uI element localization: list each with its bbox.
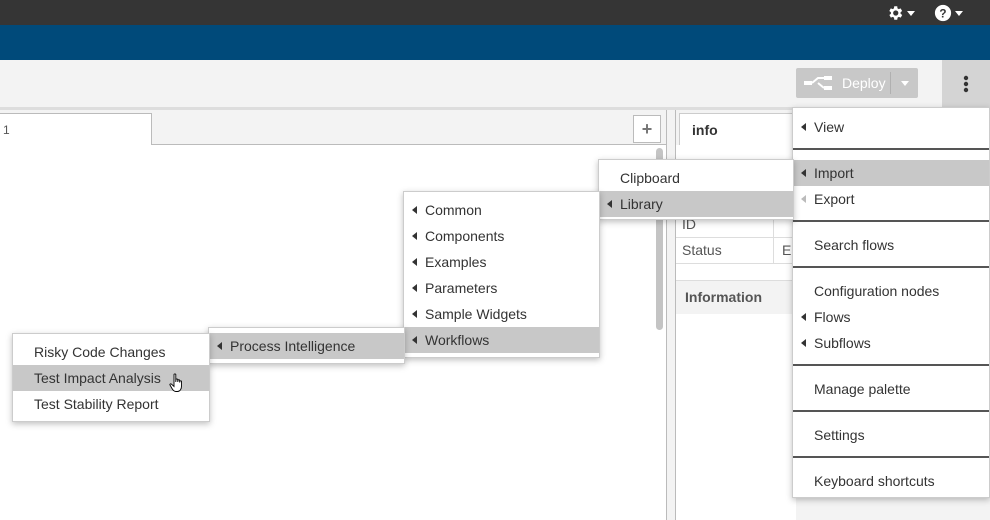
question-circle-icon: ? — [934, 4, 952, 21]
menu-divider — [793, 148, 989, 150]
menu-item-label: Library — [620, 196, 663, 212]
menu-item-label: Manage palette — [814, 381, 911, 397]
caret-down-icon — [955, 10, 963, 16]
menu-item-label: Sample Widgets — [425, 306, 527, 322]
tab-info[interactable]: info — [679, 113, 797, 145]
submenu-arrow-icon — [217, 342, 222, 350]
menu-item-label: Import — [814, 165, 854, 181]
caret-down-icon — [907, 10, 915, 16]
menu-item-clipboard[interactable]: Clipboard — [599, 165, 793, 191]
deploy-divider — [890, 72, 891, 94]
menu-item-manage-palette[interactable]: Manage palette — [793, 376, 989, 402]
menu-item-common[interactable]: Common — [404, 197, 599, 223]
menu-item-label: Configuration nodes — [814, 283, 940, 299]
menu-item-import[interactable]: Import — [793, 160, 989, 186]
menu-item-label: Parameters — [425, 280, 498, 296]
menu-divider — [793, 410, 989, 412]
deploy-icon — [804, 76, 832, 90]
submenu-arrow-icon — [412, 336, 417, 344]
submenu-arrow-icon — [801, 123, 806, 131]
menu-item-flows[interactable]: Flows — [793, 304, 989, 330]
deploy-button[interactable]: Deploy — [796, 68, 918, 98]
menu-divider — [793, 266, 989, 268]
import-submenu: Clipboard Library — [598, 159, 794, 220]
divider — [773, 238, 774, 264]
menu-item-examples[interactable]: Examples — [404, 249, 599, 275]
submenu-arrow-icon — [412, 284, 417, 292]
menu-item-parameters[interactable]: Parameters — [404, 275, 599, 301]
main-menu: View Import Export Search flows Configur… — [792, 107, 990, 498]
menu-item-risky-code-changes[interactable]: Risky Code Changes — [13, 339, 209, 365]
add-tab-button[interactable]: + — [633, 115, 661, 143]
menu-item-label: Test Impact Analysis — [34, 370, 161, 386]
info-row-label: Status — [682, 242, 722, 258]
svg-text:?: ? — [939, 7, 946, 20]
submenu-arrow-icon — [412, 310, 417, 318]
info-row-value: E — [782, 242, 792, 258]
menu-item-process-intelligence[interactable]: Process Intelligence — [209, 333, 404, 359]
menu-item-label: Subflows — [814, 335, 871, 351]
menu-item-label: Clipboard — [620, 170, 680, 186]
brand-bar — [0, 25, 990, 60]
vertical-ellipsis-icon — [963, 75, 969, 92]
submenu-arrow-icon — [801, 195, 806, 203]
menu-item-subflows[interactable]: Subflows — [793, 330, 989, 356]
menu-item-label: Search flows — [814, 237, 895, 253]
submenu-arrow-icon — [801, 169, 806, 177]
menu-item-sample-widgets[interactable]: Sample Widgets — [404, 301, 599, 327]
submenu-arrow-icon — [801, 313, 806, 321]
submenu-arrow-icon — [412, 206, 417, 214]
submenu-arrow-icon — [801, 339, 806, 347]
information-section-header[interactable]: Information — [676, 280, 796, 314]
submenu-arrow-icon — [412, 232, 417, 240]
menu-item-configuration-nodes[interactable]: Configuration nodes — [793, 278, 989, 304]
deploy-label: Deploy — [842, 75, 886, 91]
menu-item-label: Settings — [814, 427, 865, 443]
settings-menu-button[interactable] — [886, 0, 916, 25]
submenu-arrow-icon — [607, 200, 612, 208]
menu-item-label: Workflows — [425, 332, 490, 348]
info-row-status: Status E — [676, 238, 796, 264]
menu-item-view[interactable]: View — [793, 114, 989, 140]
menu-item-components[interactable]: Components — [404, 223, 599, 249]
menu-item-label: View — [814, 119, 845, 135]
library-submenu: Common Components Examples Parameters Sa… — [403, 191, 600, 358]
help-menu-button[interactable]: ? — [934, 0, 964, 25]
menu-divider — [793, 364, 989, 366]
menu-item-label: Components — [425, 228, 505, 244]
menu-item-workflows[interactable]: Workflows — [404, 327, 599, 353]
caret-down-icon[interactable] — [900, 78, 910, 88]
menu-item-label: Common — [425, 202, 482, 218]
menu-item-label: Test Stability Report — [34, 396, 159, 412]
menu-item-search-flows[interactable]: Search flows — [793, 232, 989, 258]
menu-item-keyboard-shortcuts[interactable]: Keyboard shortcuts — [793, 468, 989, 494]
menu-item-library[interactable]: Library — [599, 191, 793, 217]
menu-item-label: Keyboard shortcuts — [814, 473, 935, 489]
top-header-bar — [0, 0, 990, 25]
main-menu-button[interactable] — [942, 60, 990, 107]
menu-item-label: Risky Code Changes — [34, 344, 166, 360]
gear-icon — [889, 5, 903, 20]
workflows-submenu: Process Intelligence — [208, 327, 405, 364]
menu-item-label: Flows — [814, 309, 851, 325]
submenu-arrow-icon — [412, 258, 417, 266]
workspace-tab[interactable]: 1 — [0, 113, 152, 145]
menu-divider — [793, 456, 989, 458]
menu-item-export[interactable]: Export — [793, 186, 989, 212]
menu-item-label: Process Intelligence — [230, 338, 356, 354]
menu-item-settings[interactable]: Settings — [793, 422, 989, 448]
menu-item-label: Examples — [425, 254, 487, 270]
menu-divider — [793, 220, 989, 222]
menu-item-label: Export — [814, 191, 855, 207]
menu-item-test-stability-report[interactable]: Test Stability Report — [13, 391, 209, 417]
hand-pointer-cursor-icon — [169, 373, 182, 392]
